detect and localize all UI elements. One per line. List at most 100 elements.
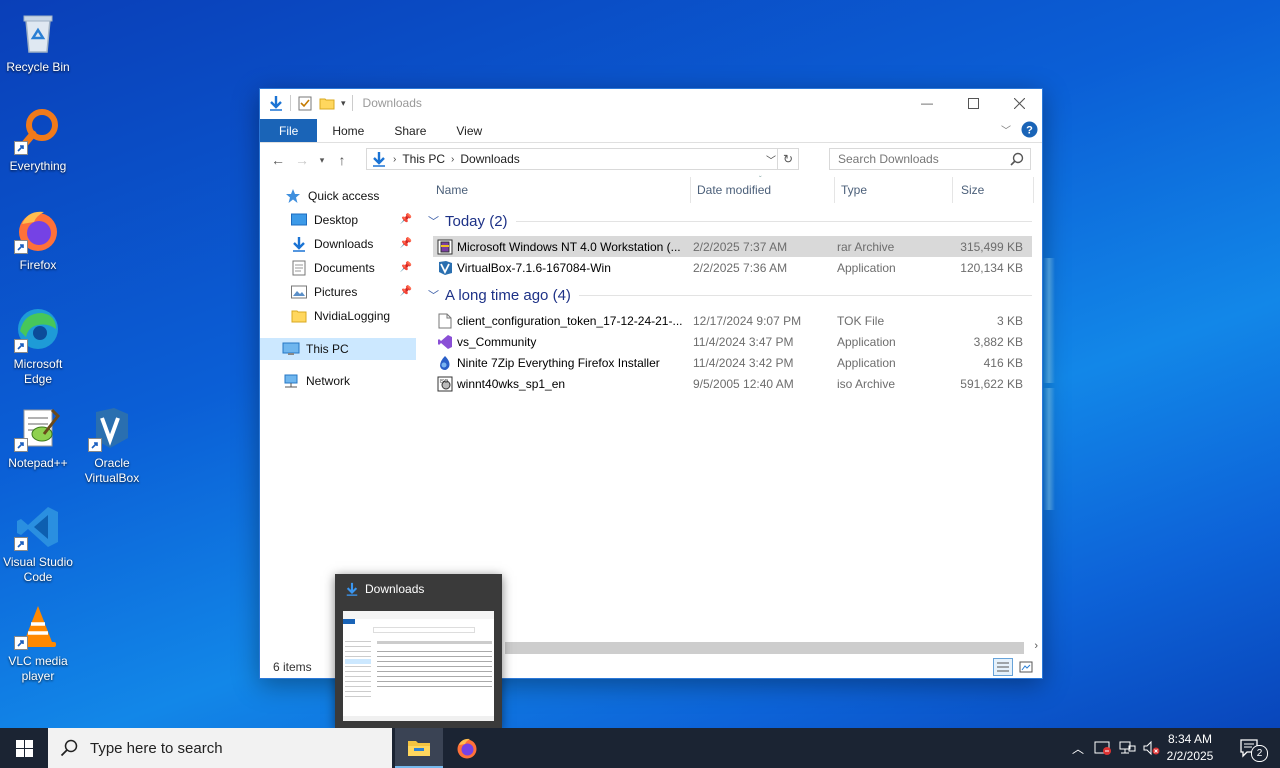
address-bar[interactable]: › This PC › Downloads ﹀ ↻ — [366, 148, 799, 170]
expand-ribbon-chevron-icon[interactable]: ﹀ — [1001, 122, 1011, 137]
search-input[interactable] — [836, 151, 1010, 167]
pin-icon[interactable]: 📌 — [400, 262, 412, 273]
refresh-button[interactable]: ↻ — [777, 149, 798, 169]
nav-pictures[interactable]: Pictures 📌 — [290, 281, 418, 303]
file-name: Ninite 7Zip Everything Firefox Installer — [457, 355, 660, 370]
details-view-button[interactable] — [993, 658, 1013, 676]
minimize-button[interactable]: — — [904, 89, 950, 117]
show-hidden-icons-button[interactable]: ︿ — [1068, 728, 1088, 768]
breadcrumb-chevron-icon[interactable]: › — [451, 154, 454, 165]
desktop-icon-recycle-bin[interactable]: Recycle Bin — [0, 8, 76, 75]
desktop-icon-vlc[interactable]: VLC media player — [0, 602, 76, 684]
maximize-button[interactable] — [950, 89, 996, 117]
taskbar-clock[interactable]: 8:34 AM 2/2/2025 — [1158, 731, 1222, 765]
desktop-icon-vscode[interactable]: Visual Studio Code — [0, 503, 76, 585]
column-divider[interactable] — [690, 177, 691, 203]
properties-icon[interactable] — [297, 95, 313, 111]
pin-icon[interactable]: 📌 — [400, 214, 412, 225]
shortcut-arrow-icon — [14, 438, 28, 452]
large-icons-view-button[interactable] — [1016, 658, 1036, 676]
table-row[interactable]: ISO winnt40wks_sp1_en 9/5/2005 12:40 AM i… — [433, 373, 1032, 394]
start-button[interactable] — [0, 728, 48, 768]
title-bar[interactable]: ▾ Downloads — — [260, 89, 1042, 117]
table-row[interactable]: vs_Community 11/4/2024 3:47 PM Applicati… — [433, 331, 1032, 352]
group-header-today[interactable]: ﹀ Today (2) — [428, 210, 1032, 232]
nav-network[interactable]: Network — [282, 370, 350, 392]
downloads-arrow-icon — [346, 582, 358, 596]
desktop-icon-label: Recycle Bin — [6, 60, 70, 74]
pin-icon[interactable]: 📌 — [400, 238, 412, 249]
breadcrumb-this-pc[interactable]: This PC — [402, 152, 445, 166]
forward-button[interactable]: → — [290, 148, 314, 172]
this-pc-icon — [282, 342, 300, 355]
file-date: 11/4/2024 3:47 PM — [693, 334, 794, 349]
tab-view[interactable]: View — [441, 119, 497, 142]
taskbar-file-explorer[interactable] — [395, 728, 443, 768]
column-divider[interactable] — [834, 177, 835, 203]
window-title: Downloads — [362, 96, 422, 110]
status-item-count: 6 items — [273, 660, 312, 674]
desktop-icon-notepadpp[interactable]: Notepad++ — [0, 404, 76, 471]
scroll-right-icon[interactable]: › — [1034, 640, 1038, 652]
table-row[interactable]: Microsoft Windows NT 4.0 Workstation (..… — [433, 236, 1032, 257]
tab-home[interactable]: Home — [317, 119, 379, 142]
customize-toolbar-chevron-icon[interactable]: ▾ — [341, 98, 346, 109]
group-label: Today (2) — [445, 212, 508, 230]
column-header-size[interactable]: Size — [961, 177, 984, 203]
column-header-type[interactable]: Type — [841, 177, 867, 203]
file-date: 2/2/2025 7:37 AM — [693, 239, 788, 254]
horizontal-scrollbar[interactable]: › — [505, 640, 1042, 656]
svg-text:?: ? — [1026, 125, 1033, 137]
action-center-button[interactable]: 2 — [1232, 728, 1268, 768]
file-type: rar Archive — [837, 239, 895, 254]
taskbar-firefox[interactable] — [443, 728, 491, 768]
up-arrow-icon: ↑ — [338, 152, 346, 168]
table-row[interactable]: VirtualBox-7.1.6-167084-Win 2/2/2025 7:3… — [433, 257, 1032, 278]
taskbar-thumbnail-preview[interactable]: Downloads — [335, 574, 502, 728]
address-dropdown-icon[interactable]: ﹀ — [766, 152, 776, 167]
desktop-icon-label: Visual Studio Code — [3, 555, 73, 584]
desktop-icon-label: Firefox — [19, 258, 57, 272]
desktop-icon-virtualbox[interactable]: Oracle VirtualBox — [74, 404, 150, 486]
nav-downloads[interactable]: Downloads 📌 — [290, 233, 418, 255]
forward-arrow-icon: → — [295, 152, 309, 168]
desktop-folder-icon — [291, 213, 307, 226]
desktop-icon-edge[interactable]: Microsoft Edge — [0, 305, 76, 387]
tab-share[interactable]: Share — [379, 119, 441, 142]
nav-nvidialogging[interactable]: NvidiaLogging — [290, 305, 390, 327]
up-button[interactable]: ↑ — [330, 148, 354, 172]
group-header-long-ago[interactable]: ﹀ A long time ago (4) — [428, 284, 1032, 306]
firefox-icon — [457, 738, 477, 759]
taskbar-search-input[interactable] — [88, 738, 382, 758]
column-divider[interactable] — [1033, 177, 1034, 203]
breadcrumb-chevron-icon[interactable]: › — [393, 154, 396, 165]
back-button[interactable]: ← — [266, 148, 290, 172]
recycle-bin-icon — [23, 15, 53, 53]
tray-network-icon[interactable] — [1116, 728, 1138, 768]
nav-documents[interactable]: Documents 📌 — [290, 257, 418, 279]
table-row[interactable]: client_configuration_token_17-12-24-21-.… — [433, 310, 1032, 331]
breadcrumb-downloads[interactable]: Downloads — [460, 152, 519, 166]
recent-locations-button[interactable]: ▾ — [314, 148, 330, 172]
desktop-icon-everything[interactable]: Everything — [0, 107, 76, 174]
desktop-icon-label: Microsoft Edge — [13, 357, 63, 386]
tab-file[interactable]: File — [260, 119, 318, 142]
new-folder-icon[interactable] — [319, 95, 335, 111]
search-box[interactable] — [829, 148, 1031, 170]
tray-security-icon[interactable] — [1092, 728, 1114, 768]
nav-quick-access[interactable]: Quick access — [284, 185, 379, 207]
scrollbar-thumb[interactable] — [505, 642, 1024, 654]
help-icon[interactable]: ? — [1021, 121, 1038, 138]
close-button[interactable] — [996, 89, 1042, 117]
close-icon — [1013, 97, 1025, 109]
table-row[interactable]: Ninite 7Zip Everything Firefox Installer… — [433, 352, 1032, 373]
column-header-name[interactable]: Name — [436, 177, 468, 203]
pin-icon[interactable]: 📌 — [400, 286, 412, 297]
file-size: 3,882 KB — [973, 334, 1023, 349]
nav-desktop[interactable]: Desktop 📌 — [290, 209, 418, 231]
desktop-icon-firefox[interactable]: Firefox — [0, 206, 76, 273]
nav-this-pc[interactable]: This PC — [260, 338, 416, 360]
column-header-date[interactable]: Date modified ˇ — [697, 175, 771, 203]
column-divider[interactable] — [952, 177, 953, 203]
taskbar-search-box[interactable] — [48, 728, 392, 768]
